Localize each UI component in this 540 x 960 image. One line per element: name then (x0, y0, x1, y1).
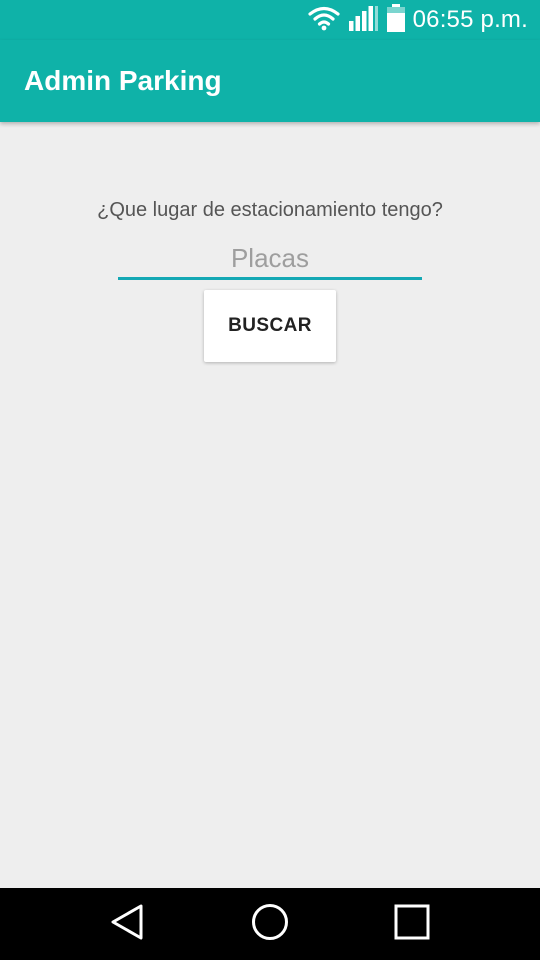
back-button[interactable] (105, 902, 149, 946)
home-button[interactable] (248, 902, 292, 946)
status-icons: 06:55 p.m. (307, 3, 528, 37)
main-content: ¿Que lugar de estacionamiento tengo? BUS… (0, 122, 540, 888)
status-time: 06:55 p.m. (412, 6, 528, 33)
search-button[interactable]: BUSCAR (204, 290, 336, 362)
app-title: Admin Parking (24, 65, 222, 96)
navigation-bar (0, 888, 540, 960)
back-icon (107, 902, 147, 947)
recent-apps-icon (392, 902, 432, 947)
signal-icon (348, 5, 379, 36)
wifi-icon (307, 5, 341, 36)
battery-icon (386, 3, 405, 37)
home-icon (250, 902, 290, 947)
status-bar: 06:55 p.m. (0, 0, 540, 40)
plate-input[interactable] (118, 240, 422, 280)
parking-question-label: ¿Que lugar de estacionamiento tengo? (97, 199, 443, 221)
app-bar: Admin Parking (0, 40, 540, 122)
recent-apps-button[interactable] (390, 902, 434, 946)
